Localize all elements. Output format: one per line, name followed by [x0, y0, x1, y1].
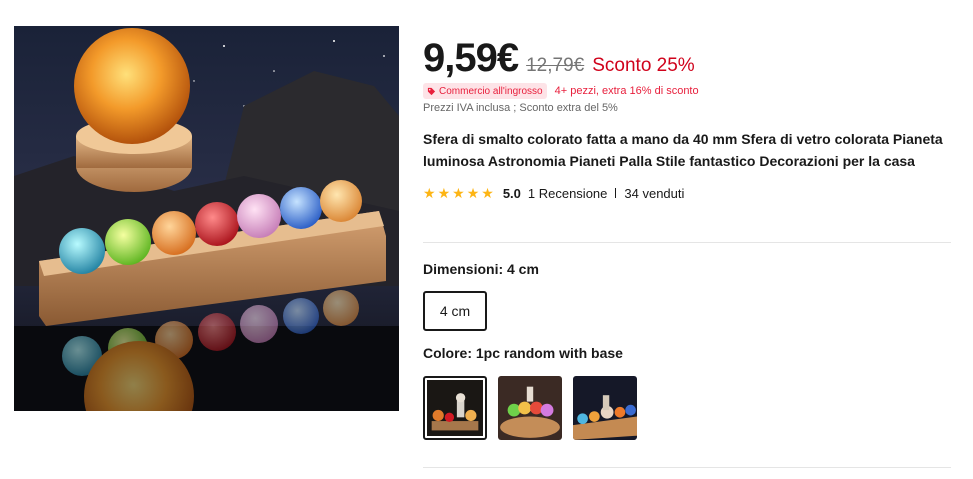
color-thumbnail-1: [427, 380, 483, 436]
star-icon: ★: [481, 185, 494, 201]
star-icon: ★: [452, 185, 465, 201]
color-option-1[interactable]: [423, 376, 487, 440]
star-icon: ★: [466, 185, 480, 201]
star-icon: ★: [437, 185, 451, 201]
promo-row: Commercio all'ingrosso 4+ pezzi, extra 1…: [423, 83, 953, 99]
product-image[interactable]: [14, 26, 399, 411]
bulk-discount-text: 4+ pezzi, extra 16% di sconto: [554, 85, 699, 97]
product-title: Sfera di smalto colorato fatta a mano da…: [423, 131, 943, 169]
wholesale-badge-label: Commercio all'ingrosso: [439, 85, 543, 97]
vat-note: Prezzi IVA inclusa ; Sconto extra del 5%: [423, 102, 618, 114]
section-divider: [423, 467, 951, 468]
color-option-2[interactable]: [498, 376, 562, 440]
divider: [615, 188, 617, 198]
current-price: 9,59€: [423, 36, 519, 80]
sold-count: 34 venduti: [624, 185, 685, 201]
rating-score: 5.0: [502, 185, 521, 201]
star-rating[interactable]: ★ ★ ★ ★ ★: [423, 186, 494, 200]
color-options: [423, 376, 637, 440]
wholesale-badge[interactable]: Commercio all'ingrosso: [423, 83, 547, 99]
product-info: 9,59€ 12,79€ Sconto 25% Commercio all'in…: [423, 36, 953, 202]
color-option-3[interactable]: [573, 376, 637, 440]
star-icon: ★: [423, 185, 436, 201]
dimensions-label: Dimensioni: 4 cm: [423, 261, 539, 277]
discount-label: Sconto 25%: [592, 55, 695, 76]
price-row: 9,59€ 12,79€ Sconto 25%: [423, 36, 953, 82]
color-thumbnail-2: [498, 376, 562, 440]
color-label: Colore: 1pc random with base: [423, 345, 623, 361]
original-price: 12,79€: [526, 55, 585, 76]
tag-icon: [427, 87, 436, 95]
rating-row: ★ ★ ★ ★ ★ 5.0 1 Recensione 34 venduti: [423, 184, 953, 202]
color-thumbnail-3: [573, 376, 637, 440]
reviews-link[interactable]: 1 Recensione: [528, 186, 608, 201]
size-option-4cm[interactable]: 4 cm: [423, 291, 487, 331]
section-divider: [423, 242, 951, 243]
